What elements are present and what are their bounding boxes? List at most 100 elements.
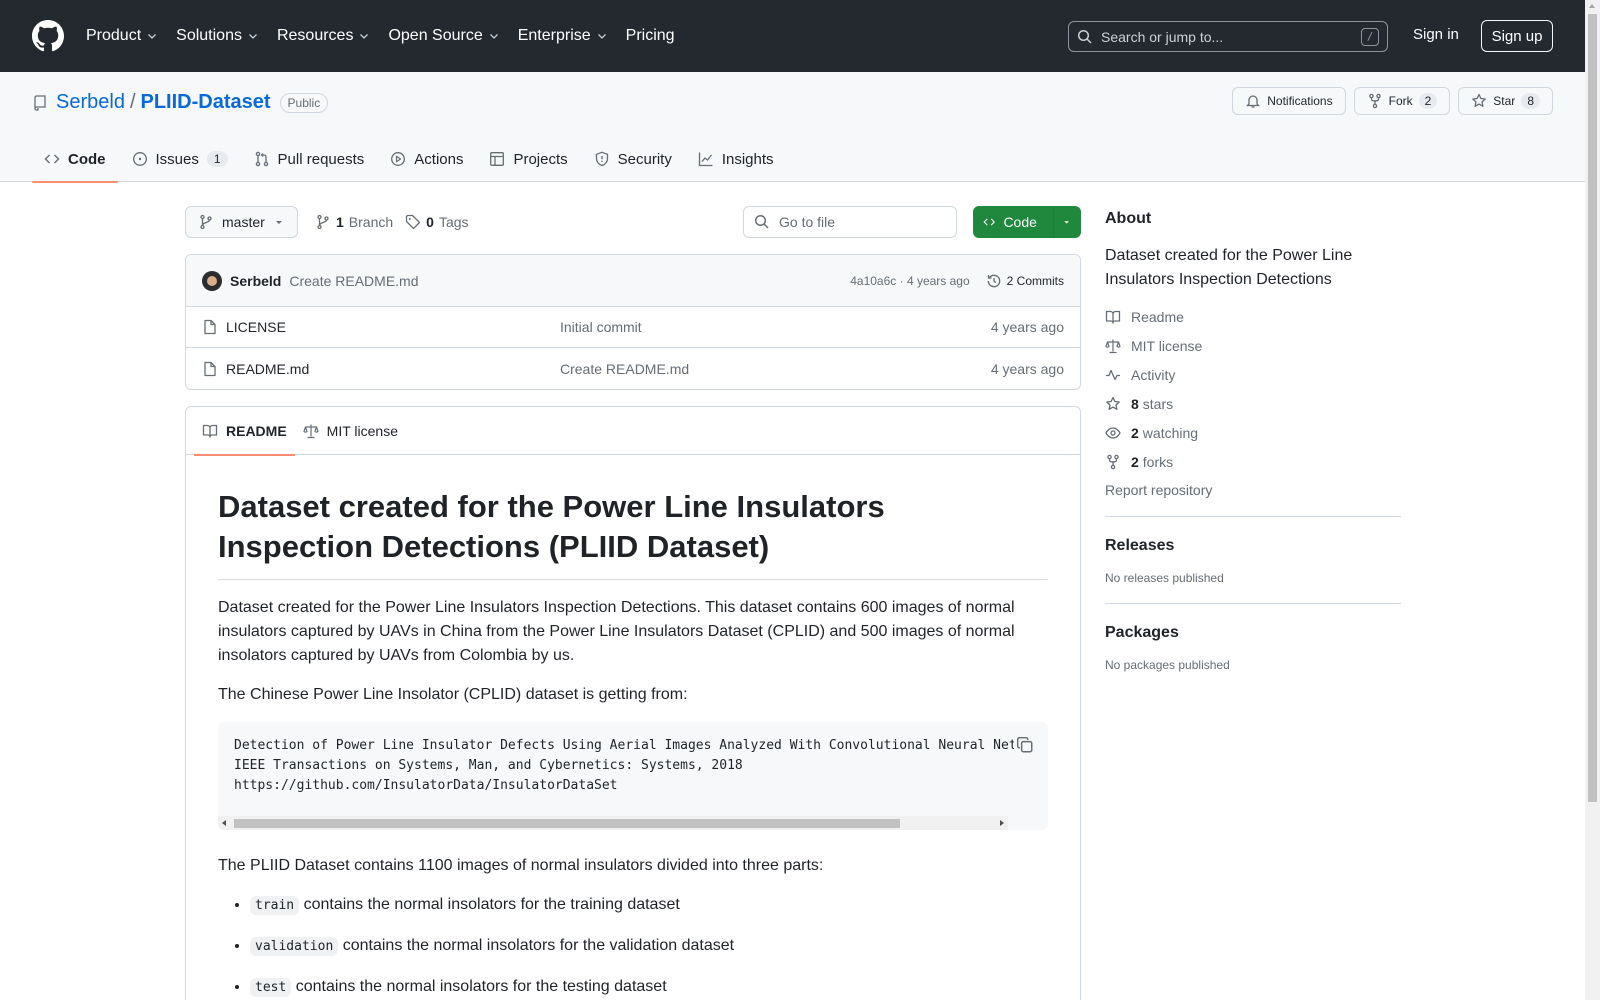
file-row[interactable]: README.md Create README.md 4 years ago: [186, 348, 1080, 389]
scroll-left-arrow-icon[interactable]: [222, 820, 226, 826]
readme-tabs: README MIT license: [186, 407, 1080, 456]
issue-icon: [132, 152, 147, 166]
file-age: 4 years ago: [990, 360, 1064, 377]
caret-down-icon: [1064, 221, 1069, 224]
play-circle-icon: [391, 152, 406, 166]
notifications-button[interactable]: Notifications: [1232, 87, 1346, 115]
repo-title: Serbeld / PLIID-Dataset Public: [32, 91, 329, 114]
star-button[interactable]: Star 8: [1458, 87, 1553, 115]
global-header: Product Solutions Resources Open Source …: [0, 0, 1585, 72]
license-link[interactable]: MIT license: [1105, 337, 1401, 355]
tab-actions[interactable]: Actions: [378, 136, 475, 182]
visibility-badge: Public: [279, 92, 329, 113]
branches-link[interactable]: 1 Branch: [315, 214, 393, 230]
file-toolbar: master 1 Branch 0 Tags Go to file Code: [185, 206, 1081, 239]
list-item: test contains the normal insolators for …: [250, 975, 1048, 1000]
list-item: validation contains the normal insolator…: [250, 934, 1048, 959]
stars-link[interactable]: 8 stars: [1105, 395, 1401, 413]
sign-up-button[interactable]: Sign up: [1481, 20, 1553, 52]
nav-solutions[interactable]: Solutions: [176, 27, 259, 45]
nav-product[interactable]: Product: [86, 27, 158, 45]
commit-message[interactable]: Create README.md: [289, 273, 418, 289]
page-scrollbar[interactable]: [1585, 0, 1600, 1000]
scale-icon: [303, 424, 319, 438]
tab-code[interactable]: Code: [32, 136, 118, 183]
scroll-up-arrow-icon[interactable]: [1589, 4, 1595, 8]
file-list: Serbeld Create README.md 4a10a6c · 4 yea…: [185, 254, 1081, 390]
file-row[interactable]: LICENSE Initial commit 4 years ago: [186, 307, 1080, 348]
file-name[interactable]: LICENSE: [226, 319, 286, 335]
nav-resources[interactable]: Resources: [277, 27, 370, 45]
code-icon: [44, 154, 60, 164]
tab-issues[interactable]: Issues 1: [120, 136, 240, 182]
tab-pull-requests[interactable]: Pull requests: [242, 136, 377, 182]
report-repository-link[interactable]: Report repository: [1105, 482, 1401, 498]
eye-icon: [1105, 427, 1121, 439]
file-icon: [204, 361, 216, 376]
chevron-down-icon: [249, 34, 257, 39]
watching-link[interactable]: 2 watching: [1105, 424, 1401, 442]
tags-link[interactable]: 0 Tags: [405, 214, 469, 230]
readme-paragraph: The PLIID Dataset contains 1100 images o…: [218, 857, 824, 874]
repo-icon: [34, 94, 46, 111]
page-scrollbar-thumb[interactable]: [1588, 14, 1597, 802]
global-search-input[interactable]: Search or jump to... /: [1068, 21, 1388, 52]
tab-insights[interactable]: Insights: [686, 136, 786, 182]
scale-icon: [1105, 339, 1121, 354]
tab-readme[interactable]: README: [194, 407, 295, 456]
file-age: 4 years ago: [990, 319, 1064, 335]
nav-pricing[interactable]: Pricing: [626, 27, 675, 45]
file-commit-message[interactable]: Create README.md: [560, 361, 689, 377]
commit-hash-age[interactable]: 4a10a6c · 4 years ago: [850, 274, 969, 288]
readme-body: Dataset created for the Power Line Insul…: [186, 455, 1080, 1000]
tab-license[interactable]: MIT license: [295, 407, 406, 455]
nav-open-source[interactable]: Open Source: [388, 27, 499, 45]
copy-icon[interactable]: [1016, 736, 1034, 754]
scroll-right-arrow-icon[interactable]: [1000, 820, 1004, 826]
search-placeholder: Search or jump to...: [1101, 28, 1224, 45]
readme-link[interactable]: Readme: [1105, 308, 1401, 326]
pull-request-icon: [255, 151, 268, 167]
packages-title[interactable]: Packages: [1105, 624, 1401, 642]
tab-projects[interactable]: Projects: [477, 136, 579, 182]
activity-link[interactable]: Activity: [1105, 366, 1401, 384]
tab-security[interactable]: Security: [582, 136, 684, 182]
repo-name-link[interactable]: PLIID-Dataset: [141, 91, 271, 114]
file-icon: [204, 319, 216, 335]
code-horizontal-scrollbar[interactable]: [218, 816, 1008, 830]
branch-selector-button[interactable]: master: [185, 206, 298, 238]
scrollbar-thumb[interactable]: [234, 819, 900, 828]
releases-title[interactable]: Releases: [1105, 537, 1401, 555]
code-dropdown-button[interactable]: Code: [973, 206, 1081, 238]
repo-actions: Notifications Fork 2 Star 8: [1232, 87, 1553, 115]
tag-icon: [406, 214, 421, 230]
forks-link[interactable]: 2 forks: [1105, 453, 1401, 471]
repo-header: Serbeld / PLIID-Dataset Public Notificat…: [0, 72, 1585, 183]
sidebar-divider: [1105, 603, 1401, 604]
search-icon: [1077, 29, 1092, 44]
commit-author[interactable]: Serbeld: [230, 273, 281, 289]
commits-history-link[interactable]: 2 Commits: [986, 273, 1064, 289]
sign-in-link[interactable]: Sign in: [1413, 26, 1459, 43]
file-name[interactable]: README.md: [226, 361, 309, 377]
file-commit-message[interactable]: Initial commit: [560, 319, 642, 335]
about-title: About: [1105, 210, 1152, 227]
repo-owner-link[interactable]: Serbeld: [56, 91, 125, 114]
table-icon: [490, 152, 505, 166]
avatar[interactable]: [202, 270, 222, 291]
fork-icon: [1368, 93, 1381, 109]
branch-icon: [317, 214, 329, 230]
fork-button[interactable]: Fork 2: [1353, 87, 1451, 115]
github-logo-icon[interactable]: [32, 20, 64, 52]
star-icon: [1106, 396, 1120, 410]
code-icon: [983, 218, 996, 226]
pulse-icon: [1106, 369, 1120, 381]
global-nav: Product Solutions Resources Open Source …: [86, 27, 693, 45]
repo-tabs: Code Issues 1 Pull requests Actions Proj…: [32, 136, 788, 183]
main-content: master 1 Branch 0 Tags Go to file Code S…: [185, 206, 1081, 1000]
readme-paragraph: The Chinese Power Line Insolator (CPLID)…: [218, 686, 688, 703]
nav-enterprise[interactable]: Enterprise: [518, 27, 608, 45]
repo-separator: /: [129, 91, 136, 113]
sidebar-divider: [1105, 516, 1401, 517]
go-to-file-input[interactable]: Go to file: [743, 206, 957, 238]
